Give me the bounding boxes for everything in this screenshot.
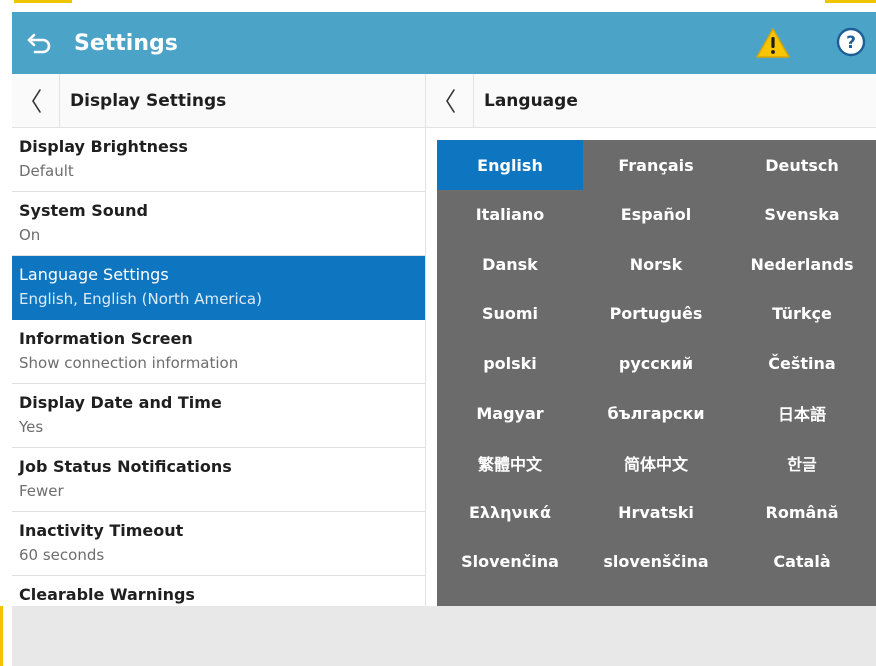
setting-label: Clearable Warnings <box>19 585 195 604</box>
setting-item[interactable]: Display Date and Time Yes <box>12 384 425 448</box>
top-accent-left <box>14 0 72 3</box>
chevron-left-icon <box>445 88 455 113</box>
setting-label: Display Date and Time <box>19 393 222 412</box>
language-option[interactable]: Čeština <box>729 338 875 388</box>
language-panel: Language English Français Deutsch Italiano E… <box>425 73 876 606</box>
language-option[interactable]: polski <box>437 338 583 388</box>
setting-value: Fewer <box>19 482 64 500</box>
setting-value: 60 seconds <box>19 546 105 564</box>
setting-item[interactable]: Job Status Notifications Fewer <box>12 448 425 512</box>
bottom-bar <box>12 606 876 666</box>
warning-icon[interactable] <box>755 27 791 59</box>
setting-label: Inactivity Timeout <box>19 521 184 540</box>
setting-label: Language Settings <box>19 265 169 284</box>
header-bar: Settings ? <box>12 12 876 74</box>
language-option[interactable]: Svenska <box>729 190 875 240</box>
language-option[interactable]: 한글 <box>729 438 875 488</box>
setting-label: Display Brightness <box>19 137 188 156</box>
language-option[interactable]: Dansk <box>437 239 583 289</box>
language-option[interactable]: русский <box>583 338 729 388</box>
language-grid: English Français Deutsch Italiano Español Sve… <box>437 140 876 606</box>
setting-label: Job Status Notifications <box>19 457 232 476</box>
display-settings-title: Display Settings <box>70 90 227 111</box>
language-option[interactable]: Nederlands <box>729 239 875 289</box>
language-option[interactable]: 繁體中文 <box>437 438 583 488</box>
language-option[interactable]: Română <box>729 487 875 537</box>
left-accent <box>0 606 3 666</box>
language-option[interactable]: Français <box>583 140 729 190</box>
language-title: Language <box>484 90 578 111</box>
language-header: Language <box>426 73 876 128</box>
setting-value: Default <box>19 162 74 180</box>
setting-value: On <box>19 226 41 244</box>
language-option[interactable]: български <box>583 388 729 438</box>
setting-item[interactable]: Display Brightness Default <box>12 128 425 192</box>
top-accent-right <box>825 0 876 3</box>
language-option[interactable]: Deutsch <box>729 140 875 190</box>
setting-value: English, English (North America) <box>19 290 262 308</box>
language-option[interactable]: Türkçe <box>729 289 875 339</box>
language-option[interactable]: Suomi <box>437 289 583 339</box>
chevron-left-icon <box>31 88 41 113</box>
language-option[interactable]: slovenščina <box>583 537 729 587</box>
setting-item[interactable]: Information Screen Show connection inform… <box>12 320 425 384</box>
language-option[interactable]: 日本語 <box>729 388 875 438</box>
display-settings-back-button[interactable] <box>12 73 60 128</box>
svg-text:?: ? <box>846 33 856 53</box>
setting-label: Information Screen <box>19 329 193 348</box>
language-option[interactable]: Español <box>583 190 729 240</box>
back-arrow-icon[interactable] <box>26 29 54 57</box>
setting-label: System Sound <box>19 201 148 220</box>
setting-item[interactable]: Inactivity Timeout 60 seconds <box>12 512 425 576</box>
language-option[interactable]: English <box>437 140 583 190</box>
settings-list: Display Brightness Default System Sound On L… <box>12 128 425 606</box>
language-option[interactable]: Slovenčina <box>437 537 583 587</box>
language-option[interactable]: Norsk <box>583 239 729 289</box>
setting-item[interactable]: Language Settings English, English (North… <box>12 256 425 320</box>
page-title: Settings <box>74 30 178 56</box>
language-option[interactable]: Magyar <box>437 388 583 438</box>
language-option[interactable]: Hrvatski <box>583 487 729 537</box>
display-settings-header: Display Settings <box>12 73 425 128</box>
language-back-button[interactable] <box>426 73 474 128</box>
language-option[interactable]: Català <box>729 537 875 587</box>
setting-value: Show connection information <box>19 354 239 372</box>
language-option[interactable]: Italiano <box>437 190 583 240</box>
setting-item[interactable]: System Sound On <box>12 192 425 256</box>
setting-item[interactable]: Clearable Warnings <box>12 576 425 606</box>
language-option[interactable]: Ελληνικά <box>437 487 583 537</box>
help-icon[interactable]: ? <box>836 27 866 57</box>
language-option[interactable]: 简体中文 <box>583 438 729 488</box>
language-option[interactable]: Português <box>583 289 729 339</box>
setting-value: Yes <box>19 418 44 436</box>
display-settings-panel: Display Settings Display Brightness Defau… <box>12 73 425 606</box>
